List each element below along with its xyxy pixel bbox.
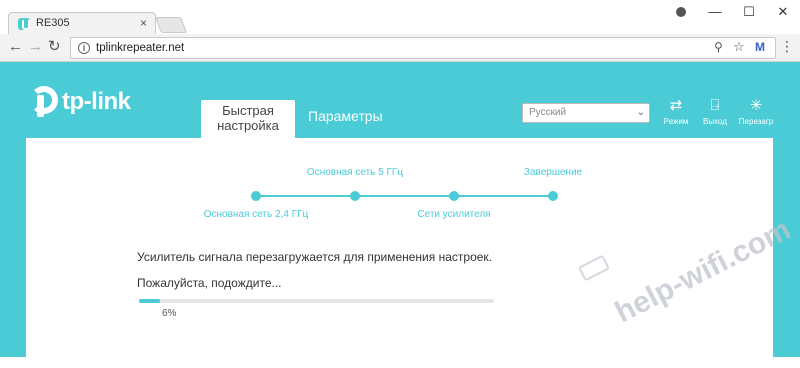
- gmail-extension-icon[interactable]: M: [755, 40, 765, 54]
- step-track-line: [256, 195, 554, 197]
- browser-tab-strip: RE305 × — ☐ ✕: [0, 0, 800, 35]
- mode-button[interactable]: ⇄ Режим: [654, 96, 698, 126]
- tab-settings[interactable]: Параметры: [308, 108, 383, 124]
- step-dot-1: [251, 191, 261, 201]
- reboot-label: Перезагр: [738, 117, 774, 126]
- window-controls: — ☐ ✕: [664, 0, 800, 24]
- mode-label: Режим: [663, 117, 689, 126]
- new-tab-button[interactable]: [155, 17, 187, 33]
- logout-button[interactable]: ⍈ Выход: [693, 96, 737, 126]
- reload-icon[interactable]: ↻: [48, 39, 61, 55]
- logout-label: Выход: [703, 117, 727, 126]
- progress-percent: 6%: [162, 308, 177, 319]
- progress-fill: [139, 299, 161, 303]
- logo-text: tp-link: [62, 88, 131, 115]
- language-value: Русский: [529, 107, 567, 118]
- url-text[interactable]: tplinkrepeater.net: [96, 42, 184, 54]
- setup-panel: Основная сеть 2,4 ГГц Основная сеть 5 ГГ…: [26, 138, 773, 368]
- tp-link-logo-icon: [26, 86, 58, 118]
- bookmark-star-icon[interactable]: ☆: [733, 39, 745, 55]
- wait-message: Пожалуйста, подождите...: [137, 276, 282, 290]
- step-label-1: Основная сеть 2,4 ГГц: [203, 209, 309, 220]
- profile-icon: [676, 7, 686, 17]
- tab-quick-setup[interactable]: Быстрая настройка: [201, 100, 295, 138]
- chevron-down-icon: ⌄: [636, 107, 645, 118]
- profile-button[interactable]: [664, 0, 698, 24]
- chrome-menu-icon[interactable]: ⋮: [780, 38, 794, 55]
- reboot-message: Усилитель сигнала перезагружается для пр…: [137, 250, 492, 264]
- step-dot-3: [449, 191, 459, 201]
- step-label-4: Завершение: [523, 167, 583, 178]
- language-select[interactable]: Русский ⌄: [522, 103, 650, 123]
- back-icon[interactable]: ←: [8, 39, 23, 55]
- forward-icon[interactable]: →: [28, 39, 43, 55]
- step-label-2: Основная сеть 5 ГГц: [306, 167, 404, 178]
- browser-tab[interactable]: RE305 ×: [8, 12, 156, 35]
- step-dot-2: [350, 191, 360, 201]
- reboot-icon: ✳: [749, 97, 763, 114]
- minimize-button[interactable]: —: [698, 0, 732, 24]
- maximize-button[interactable]: ☐: [732, 0, 766, 24]
- step-dot-4: [548, 191, 558, 201]
- router-page: tp-link Быстрая настройка Параметры Русс…: [0, 62, 800, 368]
- address-bar[interactable]: i tplinkrepeater.net: [70, 37, 776, 59]
- tp-link-logo: tp-link: [26, 86, 131, 118]
- close-window-button[interactable]: ✕: [766, 0, 800, 24]
- reboot-button[interactable]: ✳ Перезагр: [734, 96, 778, 126]
- mode-icon: ⇄: [669, 97, 683, 114]
- browser-toolbar: ← → ↻ i tplinkrepeater.net ⚲ ☆ M ⋮: [0, 34, 800, 62]
- step-label-3: Сети усилителя: [417, 209, 491, 220]
- progress-bar: [139, 299, 494, 303]
- logout-icon: ⍈: [710, 97, 720, 114]
- translate-icon[interactable]: ⚲: [714, 40, 723, 54]
- tab-close-icon[interactable]: ×: [140, 16, 147, 30]
- tp-link-favicon-icon: [18, 18, 30, 30]
- site-info-icon[interactable]: i: [78, 42, 90, 54]
- tab-title: RE305: [36, 17, 70, 29]
